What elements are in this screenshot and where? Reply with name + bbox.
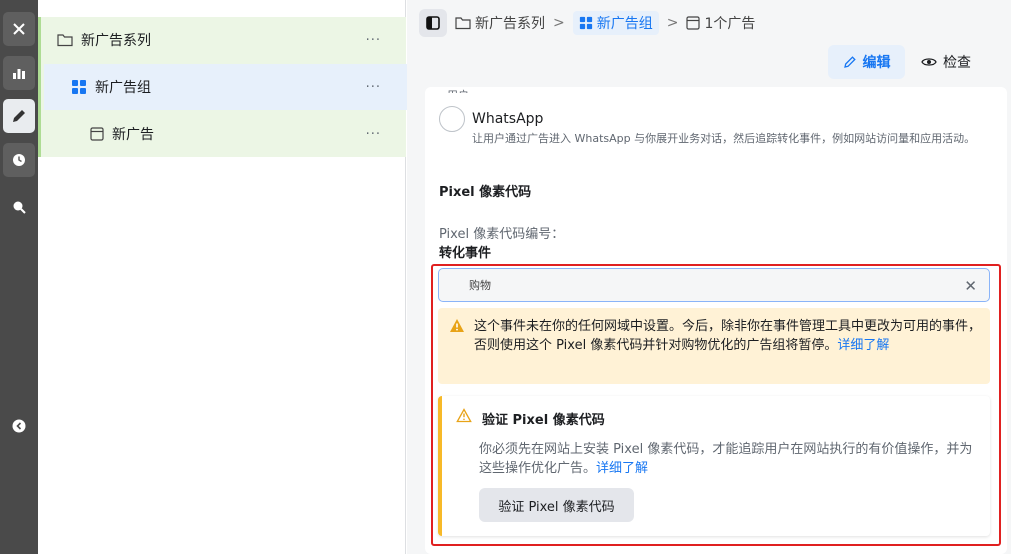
close-icon[interactable] (3, 12, 35, 46)
conversion-event-select[interactable]: 购物 ✕ (438, 268, 990, 302)
adset-settings-card: 用户。 WhatsApp 让用户通过广告进入 WhatsApp 与你展开业务对话… (425, 87, 1007, 554)
tree-item-campaign[interactable]: 新广告系列 ··· (44, 17, 409, 63)
warning-icon (450, 319, 464, 332)
folder-icon (455, 17, 471, 30)
tree-item-ad[interactable]: 新广告 ··· (44, 111, 409, 157)
pencil-icon[interactable] (3, 99, 35, 133)
folder-icon (57, 34, 73, 47)
more-options-icon[interactable]: ··· (366, 127, 381, 142)
tree-item-label: 新广告 (112, 127, 154, 143)
breadcrumb: 新广告系列 > 新广告组 > 1个广告 (419, 6, 755, 40)
more-options-icon[interactable]: ··· (366, 80, 381, 95)
breadcrumb-label: 新广告系列 (475, 16, 545, 32)
grid-icon (579, 16, 592, 30)
tree-item-adset[interactable]: 新广告组 ··· (44, 64, 409, 110)
pencil-icon (843, 56, 856, 68)
left-icon-rail (0, 0, 38, 554)
ad-page-icon (686, 16, 701, 30)
pixel-id-label: Pixel 像素代码编号： (439, 227, 565, 242)
edit-button[interactable]: 编辑 (828, 45, 905, 79)
grid-icon (72, 80, 86, 94)
more-options-icon[interactable]: ··· (366, 33, 381, 48)
tree-group: 新广告系列 ··· 新广告组 ··· 新广告 ··· (38, 17, 409, 157)
eye-icon (921, 58, 937, 66)
review-button-label: 检查 (943, 55, 971, 71)
structure-panel: 新广告系列 ··· 新广告组 ··· 新广告 ··· (38, 0, 409, 554)
clipped-text: 用户。 (447, 87, 480, 93)
clear-icon[interactable]: ✕ (964, 277, 977, 295)
collapse-arrow-icon[interactable] (3, 409, 35, 443)
verify-pixel-card: 验证 Pixel 像素代码 你必须先在网站上安装 Pixel 像素代码，才能追踪… (438, 396, 990, 536)
bar-chart-icon[interactable] (3, 56, 35, 90)
learn-more-link[interactable]: 详细了解 (837, 338, 889, 353)
clock-icon[interactable] (3, 143, 35, 177)
learn-more-link[interactable]: 详细了解 (596, 461, 648, 476)
verify-pixel-title: 验证 Pixel 像素代码 (482, 413, 605, 428)
zoom-search-icon[interactable] (3, 190, 35, 224)
verify-pixel-button[interactable]: 验证 Pixel 像素代码 (479, 488, 634, 522)
warning-outline-icon (456, 408, 472, 423)
whatsapp-option-desc: 让用户通过广告进入 WhatsApp 与你展开业务对话，然后追踪转化事件，例如网… (472, 132, 976, 145)
breadcrumb-label: 新广告组 (596, 16, 653, 32)
conversion-event-value: 购物 (469, 279, 491, 292)
event-warning-banner: 这个事件未在你的任何网域中设置。今后，除非你在事件管理工具中更改为可用的事件，否… (438, 308, 990, 384)
chevron-right-icon: > (553, 15, 565, 31)
whatsapp-radio[interactable] (439, 106, 465, 132)
chevron-right-icon: > (666, 15, 679, 31)
whatsapp-option-title: WhatsApp (472, 111, 544, 127)
review-button[interactable]: 检查 (921, 45, 971, 79)
edit-button-label: 编辑 (862, 55, 891, 71)
highlight-frame: 购物 ✕ 这个事件未在你的任何网域中设置。今后，除非你在事件管理工具中更改为可用… (431, 264, 1001, 546)
main-area: 新广告系列 > 新广告组 > 1个广告 编辑 检查 用户。 WhatsApp 让… (407, 0, 1011, 554)
conversion-event-label: 转化事件 (439, 246, 492, 261)
warning-text: 这个事件未在你的任何网域中设置。今后，除非你在事件管理工具中更改为可用的事件，否… (474, 319, 982, 353)
breadcrumb-campaign[interactable]: 新广告系列 (455, 13, 545, 33)
breadcrumb-label: 1个广告 (704, 16, 756, 32)
pixel-section-title: Pixel 像素代码 (439, 185, 532, 200)
breadcrumb-ad[interactable]: 1个广告 (686, 13, 755, 33)
breadcrumb-adset[interactable]: 新广告组 (572, 11, 659, 35)
panel-toggle-icon[interactable] (419, 9, 447, 37)
ad-page-icon (90, 127, 104, 141)
tree-item-label: 新广告组 (95, 80, 151, 96)
verify-pixel-desc: 你必须先在网站上安装 Pixel 像素代码，才能追踪用户在网站执行的有价值操作，… (479, 442, 973, 476)
tree-item-label: 新广告系列 (81, 33, 151, 49)
